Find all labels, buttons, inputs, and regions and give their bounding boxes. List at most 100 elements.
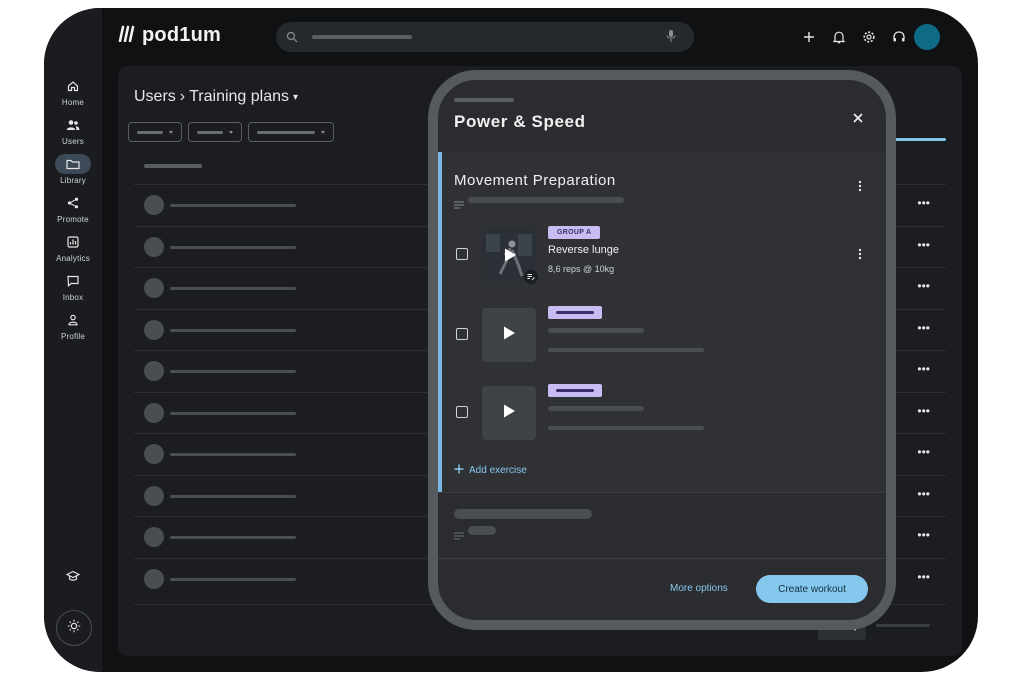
more-horizontal-icon[interactable]: ••• — [917, 279, 930, 293]
chevron-down-icon — [321, 130, 325, 134]
tab-indicator — [888, 138, 946, 141]
avatar — [144, 568, 164, 589]
user-name-placeholder — [170, 328, 296, 332]
play-icon — [501, 403, 517, 424]
user-name-placeholder — [170, 287, 296, 290]
top-actions — [800, 28, 908, 46]
bell-icon[interactable] — [830, 28, 848, 46]
sidebar-item-profile[interactable]: Profile — [44, 310, 102, 341]
sidebar-item-inbox[interactable]: Inbox — [44, 271, 102, 302]
exercise-prescription: 8,6 reps @ 10kg — [548, 264, 615, 274]
sidebar-item-analytics[interactable]: Analytics — [44, 232, 102, 263]
sidebar-item-home[interactable]: Home — [44, 76, 102, 107]
more-horizontal-icon[interactable]: ••• — [917, 404, 930, 418]
collapsed-section[interactable] — [438, 492, 886, 558]
exercise-prescription-placeholder — [548, 426, 704, 430]
exercise-item[interactable] — [438, 300, 886, 372]
more-horizontal-icon[interactable]: ••• — [917, 321, 930, 335]
group-badge: GROUP A — [548, 226, 601, 239]
exercise-video-thumbnail[interactable] — [482, 308, 536, 362]
more-vertical-icon[interactable] — [856, 246, 864, 262]
sidebar-item-label: Promote — [57, 215, 89, 224]
more-horizontal-icon[interactable]: ••• — [917, 362, 930, 376]
user-name-placeholder — [170, 577, 296, 581]
chevron-down-icon — [229, 130, 233, 134]
sidebar-item-label: Users — [62, 137, 84, 146]
user-name-placeholder — [170, 245, 296, 249]
gear-icon[interactable] — [860, 28, 878, 46]
user-name-placeholder — [170, 204, 296, 207]
chat-icon — [55, 271, 91, 291]
graduation-cap-icon[interactable] — [63, 566, 83, 586]
more-horizontal-icon[interactable]: ••• — [917, 570, 930, 584]
user-name-placeholder — [170, 536, 296, 539]
exercise-prescription-placeholder — [548, 348, 704, 352]
exercise-checkbox[interactable] — [456, 406, 468, 418]
close-icon[interactable] — [848, 108, 868, 128]
notes-icon — [454, 196, 464, 214]
sidebar-item-promote[interactable]: Promote — [44, 193, 102, 224]
sidebar-item-library[interactable]: Library — [44, 154, 102, 185]
breadcrumb-current[interactable]: Training plans — [189, 88, 289, 106]
exercise-video-thumbnail[interactable] — [482, 386, 536, 440]
avatar — [144, 444, 164, 464]
headset-icon[interactable] — [890, 28, 908, 46]
exercise-checkbox[interactable] — [456, 328, 468, 340]
exercise-section: Movement Preparation GROUP A Reverse lun… — [438, 152, 886, 492]
theme-toggle-button[interactable] — [56, 610, 92, 646]
group-badge-placeholder — [548, 384, 602, 397]
avatar[interactable] — [914, 24, 940, 50]
users-icon — [55, 115, 91, 135]
more-horizontal-icon[interactable]: ••• — [917, 487, 930, 501]
more-vertical-icon[interactable] — [856, 178, 864, 194]
plus-icon[interactable] — [800, 28, 818, 46]
person-icon — [55, 310, 91, 330]
create-workout-button[interactable]: Create workout — [756, 575, 868, 603]
search-bar[interactable] — [276, 22, 694, 52]
breadcrumb-separator: › — [179, 88, 186, 105]
exercise-item[interactable] — [438, 378, 886, 450]
sun-icon — [67, 619, 81, 638]
breadcrumb-users[interactable]: Users — [134, 88, 176, 106]
user-name-placeholder — [170, 494, 296, 498]
brand-name: pod1um — [142, 24, 221, 46]
section-description-placeholder — [468, 197, 624, 203]
sidebar-item-label: Profile — [60, 332, 86, 341]
section-title: Movement Preparation — [454, 172, 616, 189]
sidebar-item-label: Home — [61, 98, 85, 107]
more-horizontal-icon[interactable]: ••• — [917, 445, 930, 459]
sidebar-item-users[interactable]: Users — [44, 115, 102, 146]
avatar — [144, 485, 164, 506]
play-icon — [502, 247, 518, 268]
section-title-placeholder — [454, 509, 592, 519]
more-horizontal-icon[interactable]: ••• — [917, 238, 930, 252]
edit-notes-icon[interactable] — [524, 270, 538, 284]
avatar — [144, 236, 164, 257]
add-exercise-label: Add exercise — [469, 465, 527, 476]
breadcrumb: Users › Training plans ▾ — [134, 88, 298, 106]
exercise-name: Reverse lunge — [548, 244, 619, 256]
search-placeholder — [312, 35, 412, 39]
avatar — [144, 402, 164, 423]
filter-dropdown[interactable] — [188, 122, 242, 142]
dialog-title: Power & Speed — [454, 112, 586, 131]
microphone-icon[interactable] — [666, 29, 676, 48]
avatar — [144, 195, 164, 215]
more-horizontal-icon[interactable]: ••• — [917, 528, 930, 542]
more-options-button[interactable]: More options — [670, 583, 728, 594]
section-description-placeholder — [468, 526, 496, 535]
pagination-range-placeholder — [876, 624, 930, 627]
filter-bar — [128, 122, 334, 142]
user-name-placeholder — [170, 453, 296, 456]
user-name-placeholder — [170, 411, 296, 415]
sidebar: Home Users Library Promote Analytics Inb… — [44, 8, 102, 672]
filter-dropdown[interactable] — [128, 122, 182, 142]
filter-dropdown[interactable] — [248, 122, 334, 142]
exercise-checkbox[interactable] — [456, 248, 468, 260]
exercise-item[interactable]: GROUP A Reverse lunge 8,6 reps @ 10kg — [438, 220, 886, 292]
add-exercise-button[interactable]: Add exercise — [454, 464, 527, 477]
brand-logo[interactable]: pod1um — [118, 24, 221, 47]
dialog-overline-placeholder — [454, 98, 514, 102]
chevron-down-icon[interactable]: ▾ — [293, 92, 298, 103]
more-horizontal-icon[interactable]: ••• — [917, 196, 930, 210]
